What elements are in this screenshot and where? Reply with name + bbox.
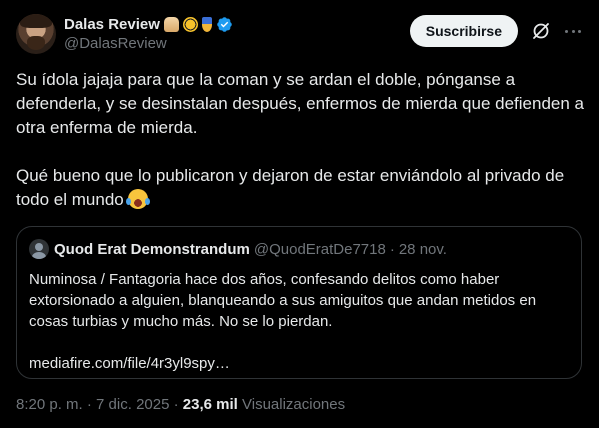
quoted-author-avatar-icon[interactable] (29, 239, 49, 259)
subscribe-button[interactable]: Suscribirse (409, 15, 518, 47)
tweet-date[interactable]: 7 dic. 2025 (96, 396, 169, 413)
avatar-beard (27, 36, 45, 50)
tears-of-joy-emoji-icon (126, 189, 151, 209)
bee-emoji-icon (182, 16, 198, 32)
quoted-tweet-body: Numinosa / Fantagoria hace dos años, con… (29, 269, 569, 374)
tweet-paragraph-2-container: Qué bueno que lo publicaron y dejaron de… (16, 164, 586, 212)
bread-emoji-icon (163, 16, 179, 32)
views-label: Visualizaciones (242, 396, 346, 413)
quoted-text: Numinosa / Fantagoria hace dos años, con… (29, 271, 537, 330)
author-name-row: Dalas Review (64, 14, 233, 34)
avatar-hair (20, 14, 52, 28)
views-count: 23,6 mil (182, 396, 238, 413)
more-dot (578, 29, 581, 33)
verified-badge-icon[interactable] (216, 16, 233, 33)
tweet-metadata: 8:20 p. m. · 7 dic. 2025 · 23,6 mil Visu… (16, 396, 345, 413)
tweet-time[interactable]: 8:20 p. m. (16, 396, 83, 413)
quoted-tweet-header: Quod Erat Demonstrandum @QuodEratDe7718 … (29, 239, 569, 259)
quoted-link[interactable]: mediafire.com/file/4r3yl9spy… (29, 353, 569, 374)
tweet-paragraph-2: Qué bueno que lo publicaron y dejaron de… (16, 166, 565, 209)
more-dot (571, 29, 575, 33)
meta-separator: · (86, 396, 92, 413)
tweet-paragraph-1: Su ídola jajaja para que la coman y se a… (16, 70, 584, 137)
quoted-author-handle[interactable]: @QuodEratDe7718 (254, 241, 386, 258)
meta-separator: · (173, 396, 179, 413)
more-dot (565, 29, 568, 33)
more-options-icon[interactable] (563, 21, 583, 41)
quoted-separator: · (389, 240, 395, 258)
author-handle[interactable]: @DalasReview (64, 35, 233, 52)
tweet-header: Dalas Review @DalasReview Suscribirse (16, 12, 583, 56)
tweet-text: Su ídola jajaja para que la coman y se a… (16, 68, 586, 212)
author-names: Dalas Review @DalasReview (64, 14, 233, 52)
author-display-name[interactable]: Dalas Review (64, 16, 160, 33)
quoted-author-name[interactable]: Quod Erat Demonstrandum (54, 241, 250, 258)
quoted-gap (29, 332, 569, 353)
author-avatar[interactable] (16, 14, 56, 54)
quoted-tweet[interactable]: Quod Erat Demonstrandum @QuodEratDe7718 … (16, 226, 582, 379)
grok-icon[interactable] (531, 21, 551, 41)
medal-emoji-icon (201, 16, 212, 32)
quoted-date[interactable]: 28 nov. (399, 241, 447, 258)
